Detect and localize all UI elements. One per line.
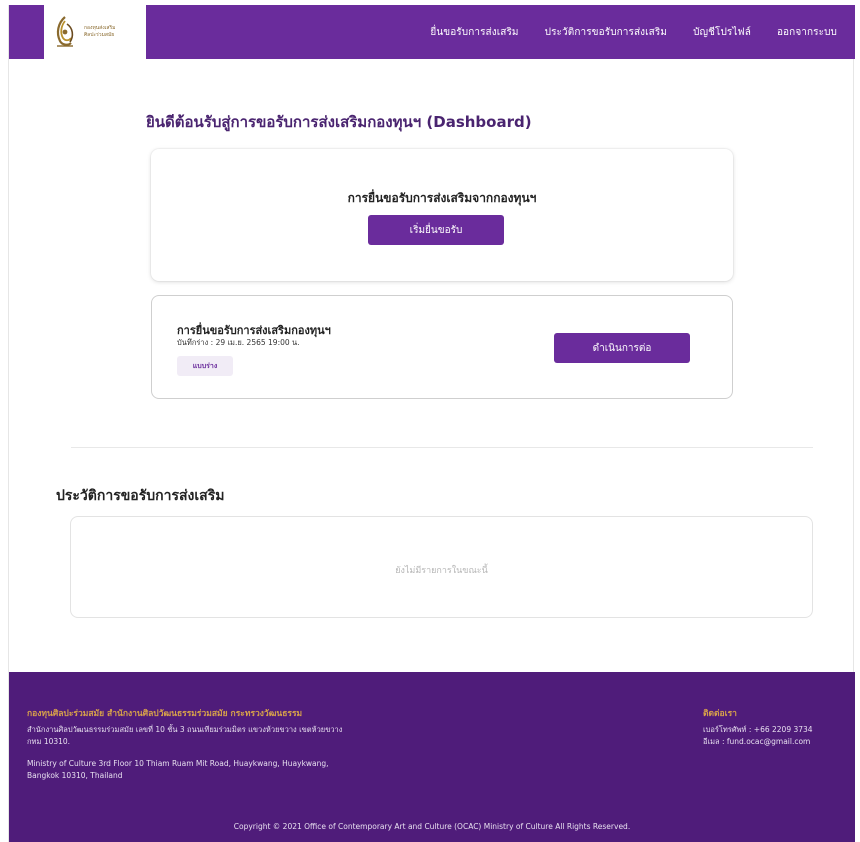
footer-copyright: Copyright © 2021 Office of Contemporary … <box>233 822 631 831</box>
nav-profile-link[interactable]: บัญชีโปรไฟล์ <box>693 25 751 40</box>
history-section-title: ประวัติการขอรับการส่งเสริม <box>56 488 225 504</box>
logo-text-line2: ศิลปะร่วมสมัย <box>84 32 115 38</box>
section-divider <box>71 447 813 448</box>
history-empty-message: ยังไม่มีรายการในขณะนี้ <box>395 566 488 576</box>
start-application-card: การยื่นขอรับการส่งเสริมจากกองทุนฯ เริ่มย… <box>151 149 733 281</box>
start-card-title: การยื่นขอรับการส่งเสริมจากกองทุนฯ <box>347 191 537 205</box>
page-title: ยินดีต้อนรับสู่การขอรับการส่งเสริมกองทุน… <box>146 113 532 131</box>
draft-saved-date: บันทึกร่าง : 29 เม.ย. 2565 19:00 น. <box>177 338 300 347</box>
footer-org-name: กองทุนศิลปะร่วมสมัย สำนักงานศิลปวัฒนธรรม… <box>27 709 303 719</box>
main-nav: ยื่นขอรับการส่งเสริม ประวัติการขอรับการส… <box>430 5 837 59</box>
footer-address-th: สำนักงานศิลปวัฒนธรรมร่วมสมัย เลขที่ 10 ช… <box>27 725 343 746</box>
top-navbar: กองทุนส่งเสริม ศิลปะร่วมสมัย ยื่นขอรับกา… <box>9 5 855 59</box>
footer-phone: เบอร์โทรศัพท์ : +66 2209 3734 <box>703 725 813 734</box>
ocac-fund-logo-icon <box>56 16 74 47</box>
status-badge: แบบร่าง <box>177 356 233 376</box>
footer-email[interactable]: อีเมล : fund.ocac@gmail.com <box>703 736 810 748</box>
history-list: ยังไม่มีรายการในขณะนี้ <box>70 516 813 618</box>
footer: กองทุนศิลปะร่วมสมัย สำนักงานศิลปวัฒนธรรม… <box>9 672 855 842</box>
footer-address-en: Ministry of Culture 3rd Floor 10 Thiam R… <box>27 759 329 780</box>
draft-application-card: การยื่นขอรับการส่งเสริมกองทุนฯ บันทึกร่า… <box>151 295 733 399</box>
nav-history-link[interactable]: ประวัติการขอรับการส่งเสริม <box>545 25 667 40</box>
logo-link[interactable]: กองทุนส่งเสริม ศิลปะร่วมสมัย <box>44 5 146 59</box>
logo-text: กองทุนส่งเสริม ศิลปะร่วมสมัย <box>84 25 115 39</box>
start-application-button[interactable]: เริ่มยื่นขอรับ <box>368 215 504 245</box>
page-frame: กองทุนส่งเสริม ศิลปะร่วมสมัย ยื่นขอรับกา… <box>8 5 855 842</box>
nav-logout-link[interactable]: ออกจากระบบ <box>777 25 837 40</box>
nav-submit-link[interactable]: ยื่นขอรับการส่งเสริม <box>430 25 518 40</box>
logo-text-line1: กองทุนส่งเสริม <box>84 25 116 31</box>
footer-contact-heading: ติดต่อเรา <box>703 709 737 719</box>
continue-button[interactable]: ดำเนินการต่อ <box>554 333 690 363</box>
